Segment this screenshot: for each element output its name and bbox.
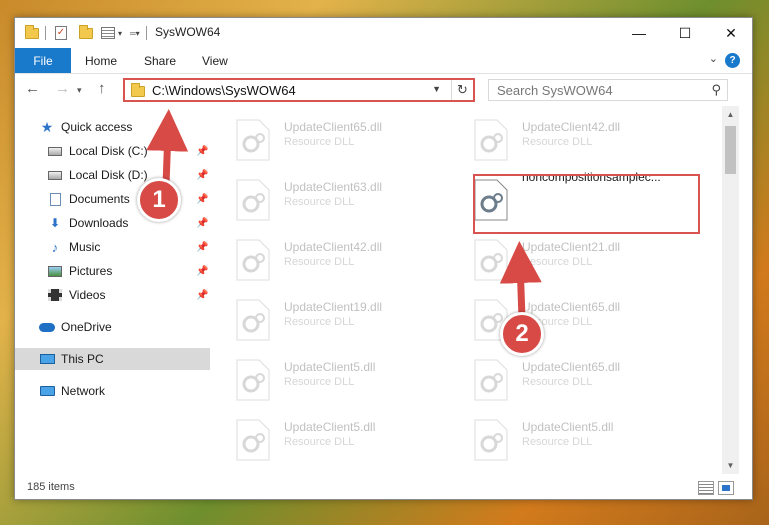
arrow-2 xyxy=(499,241,542,319)
step-2-badge: 2 xyxy=(500,312,544,356)
arrow-1 xyxy=(146,109,189,186)
step-1-badge: 1 xyxy=(137,178,181,222)
annotation-arrows xyxy=(146,109,542,319)
